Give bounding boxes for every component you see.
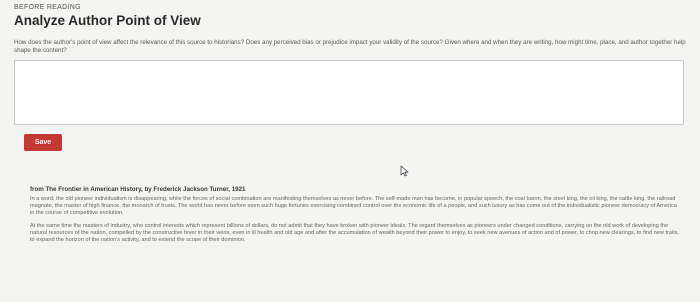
- source-paragraph: In a word, the old pioneer individualism…: [30, 196, 677, 216]
- save-button[interactable]: Save: [24, 134, 62, 151]
- source-paragraph: At the same time the masters of industry…: [30, 223, 679, 243]
- answer-textarea[interactable]: [14, 60, 684, 125]
- page-title: Analyze Author Point of View: [14, 13, 201, 28]
- section-kicker: BEFORE READING: [14, 4, 81, 11]
- source-citation: from The Frontier in American History, b…: [30, 186, 246, 193]
- mouse-pointer-icon: [400, 165, 409, 177]
- question-prompt: How does the author's point of view affe…: [14, 39, 686, 54]
